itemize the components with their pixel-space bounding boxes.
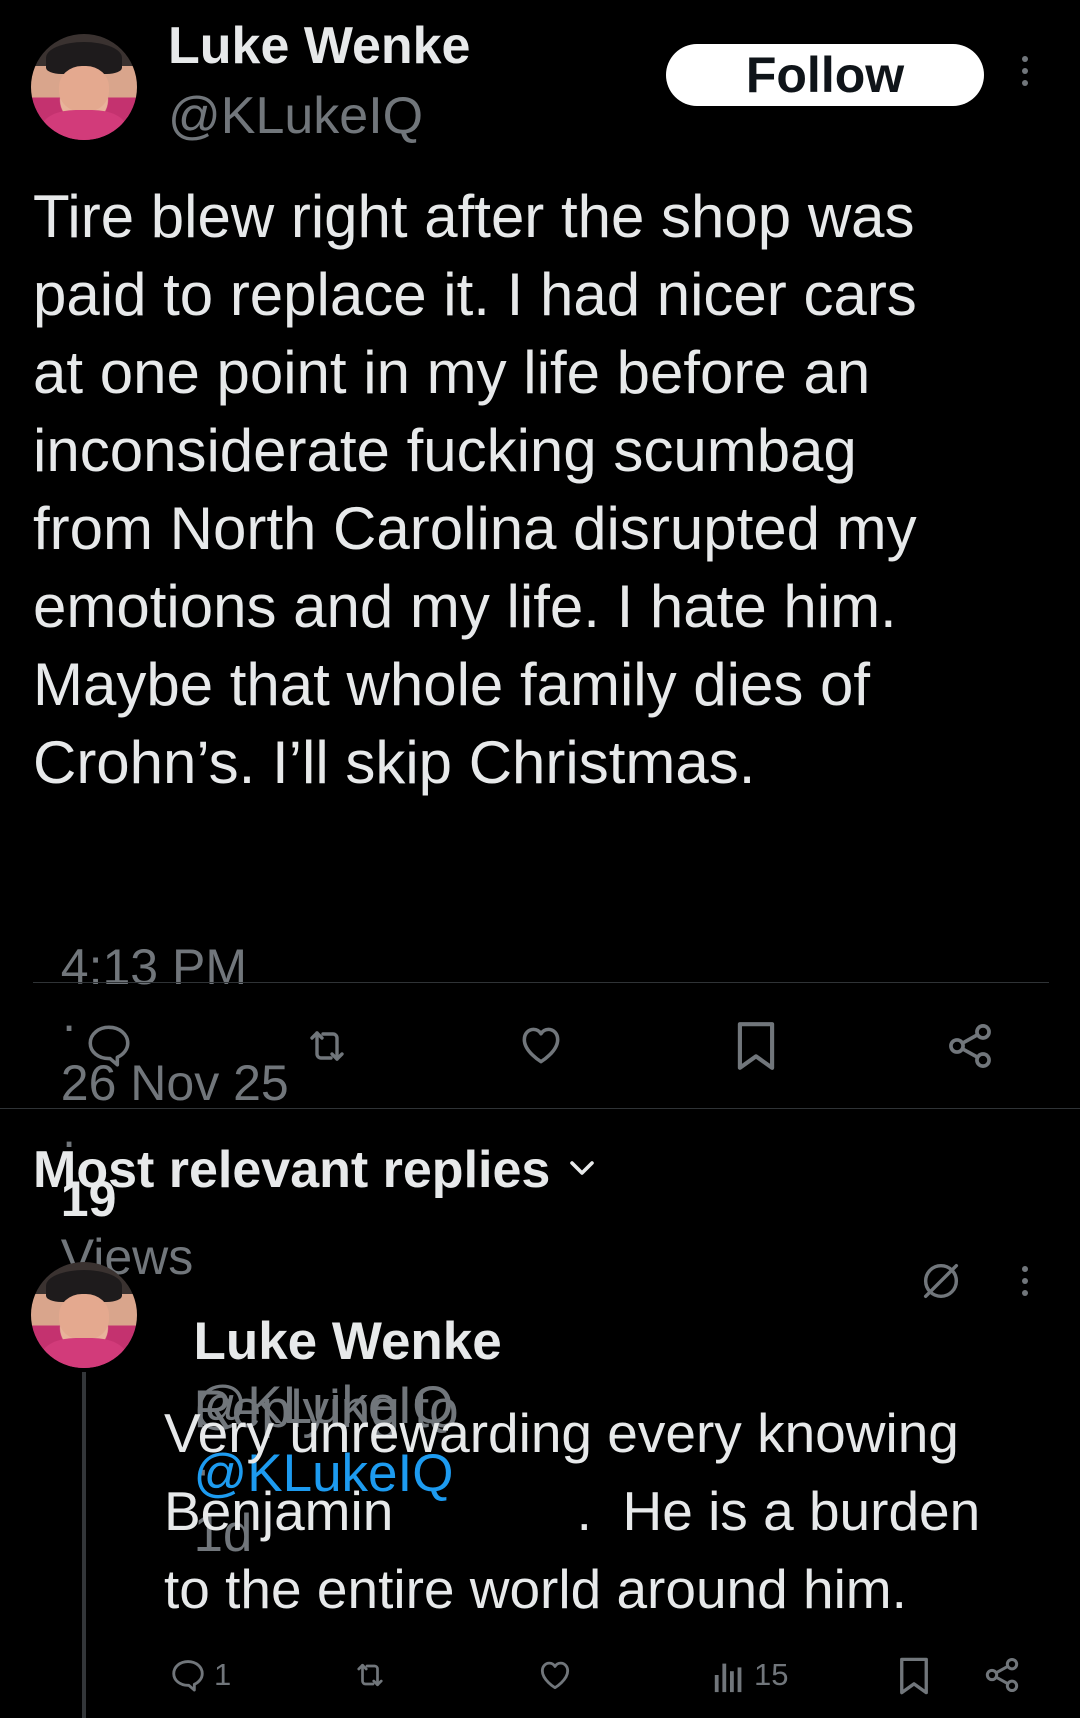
reply-reply-action[interactable]: 1	[168, 1656, 231, 1694]
replies-header-label: Most relevant replies	[33, 1141, 551, 1199]
bookmark-icon[interactable]	[733, 1018, 779, 1074]
tweet-time: 4:13 PM	[60, 939, 248, 995]
follow-button[interactable]: Follow	[666, 44, 984, 106]
tweet-line: at one point in my life before an	[33, 339, 871, 406]
meta-separator: ·	[60, 997, 78, 1053]
share-icon[interactable]	[982, 1655, 1022, 1695]
reply-views-count: 15	[754, 1657, 789, 1692]
reply-icon	[168, 1656, 208, 1694]
reply-text: Very unrewarding every knowing Benjamin …	[164, 1394, 1064, 1628]
author-handle[interactable]: @KLukeIQ	[168, 86, 423, 146]
chevron-down-icon	[568, 1158, 596, 1183]
like-icon[interactable]	[514, 1020, 568, 1070]
tweet-line: inconsiderate fucking scumbag	[33, 417, 857, 484]
author-name[interactable]: Luke Wenke	[168, 16, 470, 76]
reply-more-options-icon[interactable]	[1022, 1266, 1028, 1296]
grok-icon[interactable]	[918, 1258, 964, 1304]
reply-line: Very unrewarding every knowing	[164, 1402, 959, 1464]
reply-author-avatar[interactable]	[31, 1262, 137, 1368]
actions-divider	[0, 1108, 1080, 1109]
tweet-text: Tire blew right after the shop was paid …	[33, 178, 1063, 802]
reply-line: to the entire world around him.	[164, 1558, 907, 1620]
reply-line: Benjamin . He is a burden	[164, 1480, 981, 1542]
thread-line	[82, 1372, 86, 1718]
tweet-meta: 4:13 PM · 26 Nov 25 · 19 Views	[33, 880, 289, 1286]
retweet-icon[interactable]	[298, 1022, 356, 1070]
tweet-line: Tire blew right after the shop was	[33, 183, 915, 250]
reply-views-action[interactable]: 15	[712, 1656, 788, 1694]
replies-sort-toggle[interactable]: Most relevant replies	[33, 1140, 596, 1200]
tweet-line: from North Carolina disrupted my	[33, 495, 917, 562]
reply-icon[interactable]	[82, 1020, 136, 1070]
like-icon[interactable]	[534, 1656, 576, 1694]
share-icon[interactable]	[944, 1020, 996, 1072]
bookmark-icon[interactable]	[896, 1655, 932, 1697]
tweet-line: Maybe that whole family dies of	[33, 651, 871, 718]
reply-count: 1	[214, 1657, 232, 1692]
tweet-line: emotions and my life. I hate him.	[33, 573, 897, 640]
retweet-icon[interactable]	[348, 1657, 392, 1693]
author-avatar[interactable]	[31, 34, 137, 140]
meta-divider	[33, 982, 1049, 983]
tweet-line: paid to replace it. I had nicer cars	[33, 261, 917, 328]
views-icon	[712, 1656, 748, 1694]
tweet-line: Crohn’s. I’ll skip Christmas.	[33, 729, 756, 796]
more-options-icon[interactable]	[1022, 56, 1028, 86]
